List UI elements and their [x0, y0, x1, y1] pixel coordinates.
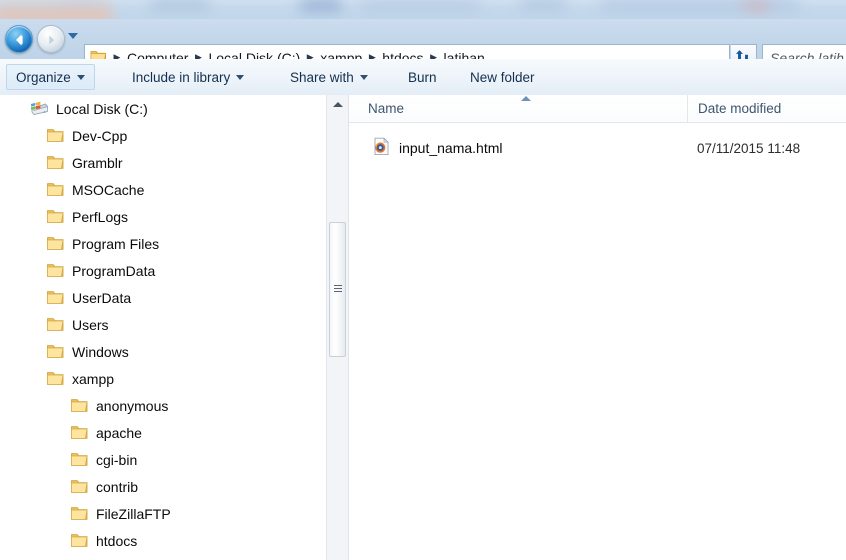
tree-item-contrib[interactable]: contrib	[0, 473, 326, 500]
glass-reflection	[150, 0, 210, 9]
new-folder-button[interactable]: New folder	[461, 64, 544, 90]
column-header-row: Name Date modified	[349, 95, 846, 123]
chevron-down-icon	[359, 74, 368, 80]
file-list-pane: Name Date modified input_nama.html 07/11…	[348, 95, 846, 560]
organize-button[interactable]: Organize	[6, 64, 95, 90]
tree-item-label: htdocs	[96, 532, 138, 549]
tree-item-users[interactable]: Users	[0, 311, 326, 338]
tree-item-label: anonymous	[96, 397, 169, 414]
folder-icon	[70, 478, 89, 495]
tree-item-label: PerfLogs	[72, 208, 129, 225]
file-name-label: input_nama.html	[399, 140, 503, 156]
tree-item-label: ProgramData	[72, 262, 156, 279]
organize-label: Organize	[16, 69, 71, 85]
explorer-window: ▶ Computer ▶ Local Disk (C:) ▶ xampp ▶ h…	[0, 0, 846, 560]
tree-item-label: Program Files	[72, 235, 160, 252]
share-with-label: Share with	[290, 69, 354, 85]
column-header-date-label: Date modified	[698, 101, 782, 116]
tree-item-userdata[interactable]: UserData	[0, 284, 326, 311]
glass-reflection	[300, 0, 342, 11]
tree-item-programdata[interactable]: ProgramData	[0, 257, 326, 284]
folder-icon	[70, 532, 89, 549]
tree-item-label: apache	[96, 424, 142, 441]
tree-item-windows[interactable]: Windows	[0, 338, 326, 365]
glass-reflection	[600, 0, 800, 10]
burn-label: Burn	[408, 69, 437, 85]
folder-icon	[70, 397, 89, 414]
column-header-date-modified[interactable]: Date modified	[687, 95, 846, 122]
forward-button[interactable]	[37, 25, 65, 53]
tree-item-dev-cpp[interactable]: Dev-Cpp	[0, 122, 326, 149]
tree-item-label: MSOCache	[72, 181, 145, 198]
grip-icon	[334, 285, 342, 294]
folder-icon	[46, 154, 65, 171]
tree-item-perflogs[interactable]: PerfLogs	[0, 203, 326, 230]
chevron-down-icon	[236, 74, 245, 80]
tree-item-label: FileZillaFTP	[96, 505, 171, 522]
include-in-library-label: Include in library	[132, 69, 231, 85]
folder-icon	[46, 181, 65, 198]
new-folder-label: New folder	[470, 69, 535, 85]
folder-icon	[70, 451, 89, 468]
tree-item-label: UserData	[72, 289, 132, 306]
navigation-pane-scrollbar[interactable]	[326, 95, 348, 560]
back-arrow-icon	[16, 34, 23, 46]
tree-item-label: Gramblr	[72, 154, 123, 171]
tree-item-program-files[interactable]: Program Files	[0, 230, 326, 257]
tree-item-label: cgi-bin	[96, 451, 138, 468]
folder-icon	[46, 262, 65, 279]
column-header-name-label: Name	[368, 101, 405, 116]
tree-item-local-disk[interactable]: Local Disk (C:)	[0, 95, 326, 122]
file-date-modified-label: 07/11/2015 11:48	[697, 140, 801, 156]
tree-item-label: xampp	[72, 370, 115, 387]
content-area: Local Disk (C:) Dev-Cpp Gramblr MSOCache…	[0, 95, 846, 560]
triangle-up-icon	[332, 102, 343, 107]
forward-arrow-icon	[49, 35, 54, 45]
include-in-library-button[interactable]: Include in library	[123, 64, 253, 90]
tree-item-filezillaftp[interactable]: FileZillaFTP	[0, 500, 326, 527]
folder-icon	[70, 424, 89, 441]
tree-item-label: Windows	[72, 343, 129, 360]
navigation-bar: ▶ Computer ▶ Local Disk (C:) ▶ xampp ▶ h…	[0, 19, 846, 71]
folder-icon	[70, 505, 89, 522]
tree-item-msocache[interactable]: MSOCache	[0, 176, 326, 203]
tree-item-cgi-bin[interactable]: cgi-bin	[0, 446, 326, 473]
chevron-down-icon	[76, 74, 85, 80]
glass-reflection	[360, 1, 480, 9]
folder-icon	[46, 289, 65, 306]
tree-item-xampp[interactable]: xampp	[0, 365, 326, 392]
tree-item-label: contrib	[96, 478, 139, 495]
tree-item-htdocs[interactable]: htdocs	[0, 527, 326, 554]
scroll-up-button[interactable]	[327, 95, 348, 114]
scrollbar-thumb[interactable]	[329, 222, 346, 357]
tree-item-label: Local Disk (C:)	[56, 100, 148, 117]
tree-item-label: Users	[72, 316, 109, 333]
title-bar	[0, 0, 846, 19]
navigation-pane: Local Disk (C:) Dev-Cpp Gramblr MSOCache…	[0, 95, 326, 560]
recent-pages-button[interactable]	[68, 33, 78, 39]
html-firefox-document-icon	[373, 137, 390, 159]
glass-reflection	[520, 0, 566, 8]
command-toolbar: Organize Include in library Share with B…	[0, 59, 846, 96]
glass-reflection	[744, 1, 770, 10]
folder-icon	[46, 343, 65, 360]
tree-item-partial[interactable]	[0, 554, 326, 560]
tree-item-gramblr[interactable]: Gramblr	[0, 149, 326, 176]
tree-item-apache[interactable]: apache	[0, 419, 326, 446]
folder-icon	[46, 235, 65, 252]
column-header-name[interactable]: Name	[349, 95, 687, 122]
back-button[interactable]	[5, 25, 33, 53]
sort-ascending-icon	[521, 96, 531, 101]
folder-icon	[46, 208, 65, 225]
hard-drive-icon	[30, 100, 49, 117]
tree-item-anonymous[interactable]: anonymous	[0, 392, 326, 419]
tree-item-label: Dev-Cpp	[72, 127, 128, 144]
share-with-button[interactable]: Share with	[281, 64, 377, 90]
burn-button[interactable]: Burn	[399, 64, 446, 90]
folder-icon	[46, 127, 65, 144]
folder-icon	[46, 316, 65, 333]
file-row[interactable]: input_nama.html 07/11/2015 11:48	[349, 135, 846, 161]
glass-reflection	[0, 4, 112, 19]
folder-icon	[46, 370, 65, 387]
